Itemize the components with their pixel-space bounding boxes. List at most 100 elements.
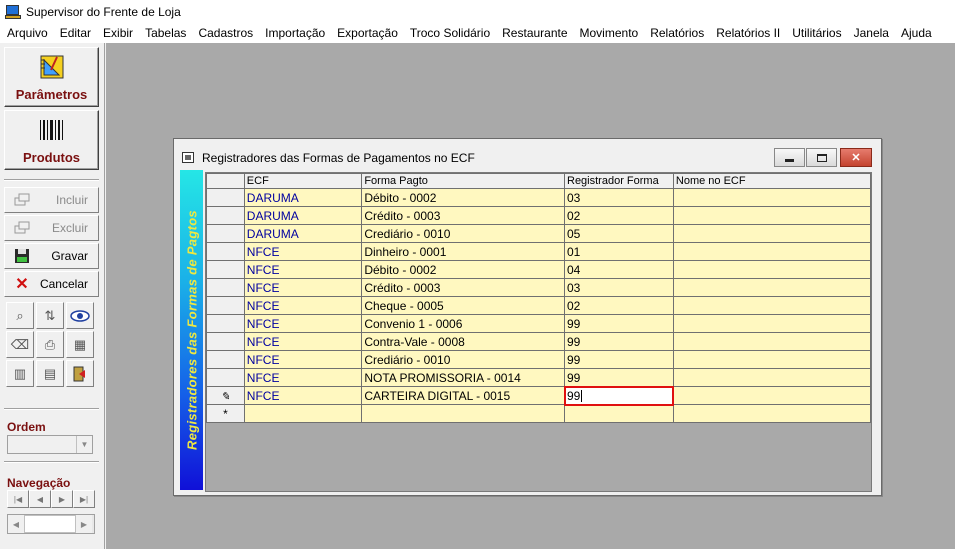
cell-ecf[interactable]: DARUMA	[243, 206, 363, 225]
last-record-icon[interactable]: ▶|	[73, 490, 95, 508]
cell-nome-no-ecf[interactable]	[672, 350, 871, 369]
data-grid[interactable]: ECF Forma Pagto Registrador Forma Nome n…	[205, 172, 872, 492]
row-selector[interactable]	[206, 242, 245, 261]
cell-nome-no-ecf[interactable]	[672, 206, 871, 225]
table-row[interactable]: ✎ NFCE CARTEIRA DIGITAL - 0015 99	[206, 385, 871, 406]
cell-registrador-forma[interactable]: 04	[564, 260, 674, 279]
menu-importacao[interactable]: Importação	[259, 23, 331, 43]
row-selector[interactable]	[206, 296, 245, 315]
row-selector[interactable]	[206, 206, 245, 225]
cell-ecf[interactable]: NFCE	[243, 332, 363, 351]
table-row[interactable]: NFCE Dinheiro - 0001 01	[206, 242, 871, 261]
cell-forma-pagto[interactable]: Contra-Vale - 0008	[361, 332, 565, 351]
cell-nome-no-ecf[interactable]	[672, 224, 871, 243]
bar-chart-icon[interactable]: ▥	[6, 360, 34, 387]
new-row-cell[interactable]	[564, 404, 674, 423]
cell-forma-pagto[interactable]: Débito - 0002	[361, 188, 565, 207]
row-selector[interactable]	[206, 314, 245, 333]
new-row-cell[interactable]	[361, 404, 565, 423]
eye-icon[interactable]	[66, 302, 94, 329]
minimize-button[interactable]	[774, 148, 805, 167]
cell-registrador-forma[interactable]: 99	[564, 332, 674, 351]
produtos-button[interactable]: Produtos	[4, 110, 99, 170]
table-row[interactable]: DARUMA Débito - 0002 03	[206, 188, 871, 207]
menu-utilitarios[interactable]: Utilitários	[786, 23, 847, 43]
sort-icon[interactable]: ⇅	[36, 302, 64, 329]
menu-tabelas[interactable]: Tabelas	[139, 23, 192, 43]
printer-icon[interactable]: ⎙	[36, 331, 64, 358]
cell-ecf[interactable]: NFCE	[243, 260, 363, 279]
cell-nome-no-ecf[interactable]	[672, 314, 871, 333]
scroll-left-icon[interactable]: ◀	[8, 515, 24, 533]
row-selector[interactable]	[206, 332, 245, 351]
cell-forma-pagto[interactable]: Convenio 1 - 0006	[361, 314, 565, 333]
cell-registrador-forma[interactable]: 99	[564, 368, 674, 387]
cell-forma-pagto[interactable]: Crédito - 0003	[361, 206, 565, 225]
cell-nome-no-ecf[interactable]	[672, 368, 871, 387]
cell-nome-no-ecf[interactable]	[672, 386, 871, 405]
row-selector[interactable]	[206, 224, 245, 243]
cell-ecf[interactable]: DARUMA	[243, 188, 363, 207]
table-row[interactable]: NFCE NOTA PROMISSORIA - 0014 99	[206, 368, 871, 387]
menu-relatorios-ii[interactable]: Relatórios II	[710, 23, 786, 43]
cell-registrador-forma[interactable]: 02	[564, 296, 674, 315]
menu-relatorios[interactable]: Relatórios	[644, 23, 710, 43]
cell-ecf[interactable]: NFCE	[243, 350, 363, 369]
column-header-registrador-forma[interactable]: Registrador Forma	[564, 173, 674, 189]
cell-forma-pagto[interactable]: Crediário - 0010	[361, 350, 565, 369]
next-record-icon[interactable]: ▶	[51, 490, 73, 508]
row-selector[interactable]	[206, 260, 245, 279]
cell-forma-pagto[interactable]: CARTEIRA DIGITAL - 0015	[361, 386, 565, 405]
excluir-button[interactable]: Excluir	[4, 215, 99, 241]
prev-record-icon[interactable]: ◀	[29, 490, 51, 508]
cell-forma-pagto[interactable]: Cheque - 0005	[361, 296, 565, 315]
column-header-forma-pagto[interactable]: Forma Pagto	[361, 173, 565, 189]
cell-nome-no-ecf[interactable]	[672, 188, 871, 207]
scroll-right-icon[interactable]: ▶	[76, 515, 92, 533]
cell-nome-no-ecf[interactable]	[672, 278, 871, 297]
new-row-cell[interactable]	[672, 404, 871, 423]
cell-registrador-forma[interactable]: 05	[564, 224, 674, 243]
cell-ecf[interactable]: NFCE	[243, 296, 363, 315]
cell-forma-pagto[interactable]: Débito - 0002	[361, 260, 565, 279]
binoculars-icon[interactable]: ⌕	[6, 302, 34, 329]
cell-registrador-forma[interactable]: 99	[564, 314, 674, 333]
menu-cadastros[interactable]: Cadastros	[192, 23, 259, 43]
table-row[interactable]: NFCE Convenio 1 - 0006 99	[206, 314, 871, 333]
cell-ecf[interactable]: NFCE	[243, 314, 363, 333]
menu-janela[interactable]: Janela	[848, 23, 895, 43]
scroll-thumb[interactable]	[24, 515, 76, 533]
close-button[interactable]: ✕	[840, 148, 872, 167]
cell-forma-pagto[interactable]: NOTA PROMISSORIA - 0014	[361, 368, 565, 387]
cell-nome-no-ecf[interactable]	[672, 296, 871, 315]
new-row-cell[interactable]	[243, 404, 363, 423]
cell-ecf[interactable]: NFCE	[243, 242, 363, 261]
cell-registrador-forma[interactable]: 03	[564, 188, 674, 207]
column-header-nome-no-ecf[interactable]: Nome no ECF	[672, 173, 871, 189]
menu-exibir[interactable]: Exibir	[97, 23, 139, 43]
maximize-button[interactable]	[806, 148, 837, 167]
cell-forma-pagto[interactable]: Crédito - 0003	[361, 278, 565, 297]
cell-registrador-forma[interactable]: 03	[564, 278, 674, 297]
table-row[interactable]: NFCE Contra-Vale - 0008 99	[206, 332, 871, 351]
incluir-button[interactable]: Incluir	[4, 187, 99, 213]
cell-nome-no-ecf[interactable]	[672, 260, 871, 279]
row-selector[interactable]: ✎	[206, 386, 245, 405]
menu-exportacao[interactable]: Exportação	[331, 23, 404, 43]
table-row[interactable]: NFCE Débito - 0002 04	[206, 260, 871, 279]
ordem-select[interactable]: ▼	[7, 435, 93, 454]
table-row[interactable]: DARUMA Crediário - 0010 05	[206, 224, 871, 243]
record-scrollbar[interactable]: ◀ ▶	[7, 514, 95, 534]
gravar-button[interactable]: Gravar	[4, 243, 99, 269]
cell-forma-pagto[interactable]: Dinheiro - 0001	[361, 242, 565, 261]
row-selector[interactable]	[206, 278, 245, 297]
cell-ecf[interactable]: NFCE	[243, 386, 363, 405]
chevron-down-icon[interactable]: ▼	[76, 436, 92, 453]
cell-ecf[interactable]: DARUMA	[243, 224, 363, 243]
menu-restaurante[interactable]: Restaurante	[496, 23, 573, 43]
cell-nome-no-ecf[interactable]	[672, 332, 871, 351]
cancelar-button[interactable]: ✕ Cancelar	[4, 271, 99, 297]
cell-registrador-forma[interactable]: 02	[564, 206, 674, 225]
menu-editar[interactable]: Editar	[54, 23, 97, 43]
menu-arquivo[interactable]: Arquivo	[1, 23, 54, 43]
